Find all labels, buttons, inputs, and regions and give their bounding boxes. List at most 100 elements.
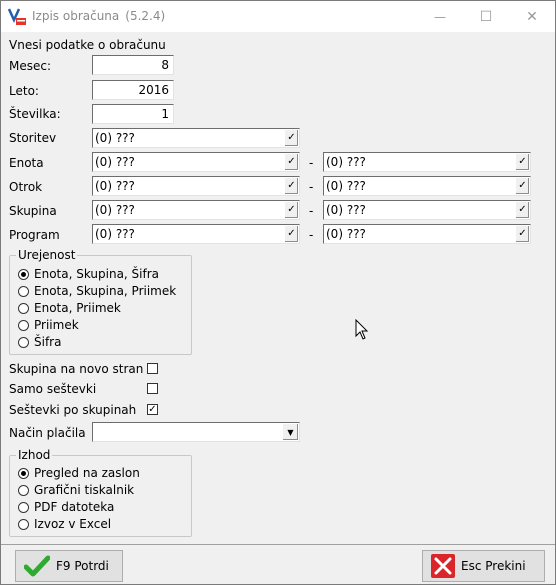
skupina-na-novo-stran-checkbox[interactable]	[147, 363, 158, 374]
mesec-input[interactable]: 8	[92, 55, 174, 75]
maximize-button[interactable]: ☐	[463, 1, 509, 32]
radio-icon	[18, 501, 29, 513]
program-from-value: (0) ???	[95, 227, 135, 241]
otrok-from-lookup-button[interactable]: ✓	[284, 178, 298, 194]
stevilka-input[interactable]: 1	[92, 104, 174, 124]
check-icon: ✓	[287, 132, 296, 143]
storitev-from-value: (0) ???	[95, 131, 135, 145]
sorting-option[interactable]: Enota, Skupina, Priimek	[18, 283, 176, 299]
output-option-label: PDF datoteka	[34, 500, 115, 514]
cancel-button-label: Esc Prekini	[461, 559, 526, 573]
otrok-label: Otrok	[9, 180, 43, 194]
storitev-label: Storitev	[9, 131, 57, 145]
skupina-range-dash: -	[309, 204, 314, 218]
confirm-button-label: F9 Potrdi	[56, 559, 109, 573]
program-from-lookup-button[interactable]: ✓	[284, 226, 298, 242]
otrok-from-input[interactable]: (0) ??? ✓	[92, 176, 300, 196]
check-icon: ✓	[287, 228, 296, 239]
sorting-option[interactable]: Šifra	[18, 334, 61, 350]
check-icon: ✓	[287, 204, 296, 215]
radio-icon	[18, 484, 29, 496]
skupina-from-lookup-button[interactable]: ✓	[284, 202, 298, 218]
window-version: (5.2.4)	[125, 9, 166, 23]
radio-icon	[18, 319, 29, 331]
otrok-range-dash: -	[309, 180, 314, 194]
sorting-option[interactable]: Enota, Priimek	[18, 300, 121, 316]
sorting-option-label: Enota, Skupina, Šifra	[34, 267, 160, 281]
radio-icon	[18, 302, 29, 314]
check-label: Skupina na novo stran	[9, 362, 144, 376]
program-range-dash: -	[309, 228, 314, 242]
otrok-to-value: (0) ???	[326, 179, 366, 193]
sorting-group: Urejenost Enota, Skupina, Šifra Enota, S…	[9, 248, 192, 355]
skupina-from-input[interactable]: (0) ??? ✓	[92, 200, 300, 220]
sorting-option-label: Priimek	[34, 318, 79, 332]
minimize-icon: —	[434, 9, 446, 24]
title-bar: Izpis obračuna (5.2.4) — ☐ ✕	[1, 1, 555, 32]
payment-dropdown-button[interactable]: ▼	[283, 424, 298, 440]
sorting-legend: Urejenost	[16, 248, 78, 262]
radio-icon	[18, 336, 29, 348]
enota-from-input[interactable]: (0) ??? ✓	[92, 152, 300, 172]
radio-icon	[18, 518, 29, 530]
output-group: Izhod Pregled na zaslon Grafični tiskaln…	[9, 448, 192, 537]
form-heading: Vnesi podatke o obračunu	[9, 38, 166, 52]
enota-to-input[interactable]: (0) ??? ✓	[323, 152, 531, 172]
check-icon: ✓	[518, 156, 527, 167]
program-to-input[interactable]: (0) ??? ✓	[323, 224, 531, 244]
otrok-to-lookup-button[interactable]: ✓	[515, 178, 529, 194]
enota-to-lookup-button[interactable]: ✓	[515, 154, 529, 170]
radio-icon	[18, 285, 29, 297]
sestevki-po-skupinah-checkbox[interactable]: ✓	[147, 404, 158, 415]
program-to-value: (0) ???	[326, 227, 366, 241]
skupina-to-value: (0) ???	[326, 203, 366, 217]
skupina-to-input[interactable]: (0) ??? ✓	[323, 200, 531, 220]
cancel-button[interactable]: Esc Prekini	[422, 550, 545, 582]
skupina-from-value: (0) ???	[95, 203, 135, 217]
confirm-button[interactable]: F9 Potrdi	[15, 550, 123, 582]
output-option-label: Grafični tiskalnik	[34, 483, 135, 497]
check-icon: ✓	[518, 180, 527, 191]
check-label: Seštevki po skupinah	[9, 403, 137, 417]
program-to-lookup-button[interactable]: ✓	[515, 226, 529, 242]
program-from-input[interactable]: (0) ??? ✓	[92, 224, 300, 244]
output-legend: Izhod	[16, 448, 53, 462]
check-icon: ✓	[518, 228, 527, 239]
skupina-to-lookup-button[interactable]: ✓	[515, 202, 529, 218]
enota-to-value: (0) ???	[326, 155, 366, 169]
payment-label: Način plačila	[9, 426, 86, 440]
otrok-from-value: (0) ???	[95, 179, 135, 193]
storitev-from-lookup-button[interactable]: ✓	[284, 130, 298, 146]
close-button[interactable]: ✕	[509, 1, 555, 32]
leto-label: Leto:	[9, 84, 39, 98]
maximize-icon: ☐	[479, 8, 493, 25]
cancel-x-icon	[431, 554, 455, 578]
output-option[interactable]: Pregled na zaslon	[18, 465, 140, 481]
sorting-option[interactable]: Priimek	[18, 317, 79, 333]
sorting-option-label: Šifra	[34, 335, 62, 349]
payment-select[interactable]: ▼	[92, 422, 300, 442]
otrok-to-input[interactable]: (0) ??? ✓	[323, 176, 531, 196]
enota-label: Enota	[9, 156, 44, 170]
output-option[interactable]: Grafični tiskalnik	[18, 482, 134, 498]
mesec-label: Mesec:	[9, 59, 52, 73]
storitev-from-input[interactable]: (0) ??? ✓	[92, 128, 300, 148]
samo-sestevki-checkbox[interactable]	[147, 383, 158, 394]
check-icon: ✓	[287, 156, 296, 167]
close-icon: ✕	[526, 8, 538, 25]
check-icon: ✓	[287, 180, 296, 191]
sorting-option[interactable]: Enota, Skupina, Šifra	[18, 266, 159, 282]
footer-separator	[1, 544, 555, 545]
mouse-cursor-icon	[355, 319, 369, 340]
leto-input[interactable]: 2016	[92, 80, 174, 100]
program-label: Program	[9, 228, 60, 242]
chevron-down-icon: ▼	[287, 427, 294, 437]
skupina-label: Skupina	[9, 204, 57, 218]
app-icon	[8, 8, 26, 26]
enota-from-value: (0) ???	[95, 155, 135, 169]
output-option[interactable]: PDF datoteka	[18, 499, 114, 515]
dialog-window: Izpis obračuna (5.2.4) — ☐ ✕ Vnesi podatk…	[0, 0, 556, 585]
enota-from-lookup-button[interactable]: ✓	[284, 154, 298, 170]
output-option[interactable]: Izvoz v Excel	[18, 516, 111, 532]
minimize-button[interactable]: —	[417, 1, 463, 32]
